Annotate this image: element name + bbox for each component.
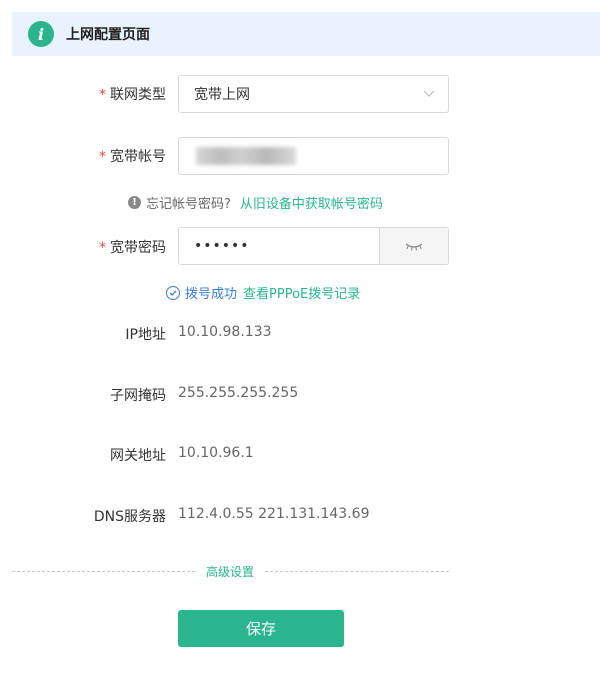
password-label-text: 宽带密码 [110, 240, 166, 256]
account-input[interactable] [178, 137, 449, 175]
view-pppoe-log-link[interactable]: 查看PPPoE拨号记录 [243, 283, 360, 302]
password-input[interactable]: •••••• [179, 228, 379, 264]
account-value-obscured [196, 147, 296, 165]
dns-value: 112.4.0.55 221.131.143.69 [178, 506, 370, 522]
eye-closed-icon [405, 243, 423, 251]
password-field-group: •••••• [178, 227, 449, 265]
network-config-page: i 上网配置页面 * 联网类型 宽带上网 * 宽带帐号 ! 忘记帐号密码? 从旧设备… [0, 0, 600, 680]
account-label: * 宽带帐号 [99, 146, 166, 166]
page-header-banner: i 上网配置页面 [12, 12, 600, 56]
subnet-value: 255.255.255.255 [178, 385, 299, 401]
info-icon: i [28, 21, 54, 47]
advanced-settings-toggle[interactable]: 高级设置 [197, 563, 263, 580]
required-mark: * [99, 87, 106, 103]
ip-value: 10.10.98.133 [178, 324, 272, 340]
gateway-value: 10.10.96.1 [178, 445, 254, 461]
page-title: 上网配置页面 [66, 27, 150, 43]
info-icon: ! [128, 196, 141, 209]
subnet-label: 子网掩码 [110, 388, 166, 404]
save-button[interactable]: 保存 [178, 610, 344, 647]
dns-label: DNS服务器 [93, 509, 166, 525]
forgot-credentials-hint: ! 忘记帐号密码? 从旧设备中获取帐号密码 [128, 193, 383, 212]
dial-status-text: 拨号成功 [185, 287, 238, 302]
ip-label: IP地址 [125, 327, 166, 343]
account-label-text: 宽带帐号 [110, 149, 166, 165]
forgot-credentials-text: 忘记帐号密码? [146, 197, 231, 212]
toggle-password-visibility-button[interactable] [379, 228, 448, 264]
password-label: * 宽带密码 [99, 237, 166, 257]
required-mark: * [99, 240, 106, 256]
gateway-label: 网关地址 [110, 448, 166, 464]
divider-left [12, 571, 195, 572]
dial-status: 拨号成功 查看PPPoE拨号记录 [166, 283, 360, 302]
connection-type-select[interactable]: 宽带上网 [178, 75, 449, 113]
connection-type-label: * 联网类型 [99, 84, 166, 104]
check-circle-icon [166, 285, 180, 300]
connection-type-value: 宽带上网 [194, 87, 250, 103]
chevron-down-icon [423, 90, 435, 97]
divider-right [265, 571, 449, 572]
get-credentials-from-old-device-link[interactable]: 从旧设备中获取帐号密码 [240, 193, 383, 212]
connection-type-label-text: 联网类型 [110, 87, 166, 103]
required-mark: * [99, 149, 106, 165]
